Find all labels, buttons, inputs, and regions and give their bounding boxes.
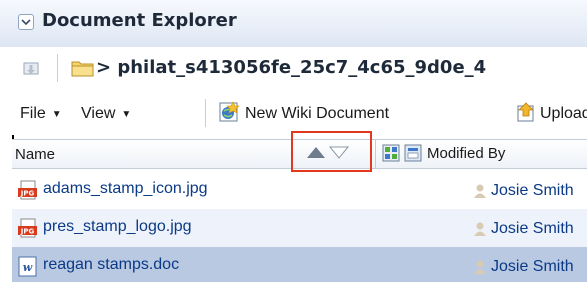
collapse-button[interactable] [18,14,34,30]
file-menu[interactable]: File ▼ [20,105,62,123]
user-icon [474,184,486,198]
document-type-icon[interactable] [382,144,400,162]
view-menu[interactable]: View ▼ [81,105,131,123]
chevron-down-icon [21,19,31,26]
column-header-modified-by[interactable]: Modified By [427,145,505,162]
file-name-link[interactable]: pres_stamp_logo.jpg [43,218,192,236]
properties-icon[interactable] [404,144,422,162]
user-icon [474,260,486,274]
modified-by-link[interactable]: Josie Smith [491,182,574,200]
view-menu-label: View [81,105,116,122]
file-name-link[interactable]: adams_stamp_icon.jpg [43,180,208,198]
navigate-up-icon[interactable] [20,57,42,79]
file-menu-label: File [20,105,46,122]
upload-button[interactable]: Upload [540,105,587,123]
svg-text:w: w [23,261,33,274]
breadcrumb-separator [57,54,58,82]
user-icon [474,222,486,236]
sort-descending-icon[interactable] [329,146,349,159]
panel-header: Document Explorer [0,0,587,47]
breadcrumb: > philat_s413056fe_25c7_4c65_9d0e_4 [0,47,587,89]
new-wiki-document-button[interactable]: New Wiki Document [245,105,389,123]
file-name-link[interactable]: reagan stamps.doc [43,256,179,274]
jpg-file-icon: JPG [18,180,37,200]
modified-by-link[interactable]: Josie Smith [491,220,574,238]
column-separator [375,140,376,168]
table-row[interactable]: JPG adams_stamp_icon.jpg Josie Smith [12,171,587,209]
svg-text:JPG: JPG [20,190,35,198]
jpg-file-icon: JPG [18,218,37,238]
doc-file-icon: w [18,256,37,277]
svg-text:JPG: JPG [20,228,35,236]
table-row[interactable]: w reagan stamps.doc Josie Smith [12,247,587,282]
upload-icon[interactable] [515,101,537,123]
caret-down-icon: ▼ [121,109,132,120]
sort-ascending-icon[interactable] [306,146,326,159]
panel-title: Document Explorer [42,10,237,31]
toolbar-separator [205,99,206,127]
caret-down-icon: ▼ [51,109,62,120]
modified-by-link[interactable]: Josie Smith [491,258,574,276]
new-wiki-icon[interactable] [218,101,240,123]
folder-icon [71,61,94,77]
column-header-name[interactable]: Name [15,146,55,163]
table-row[interactable]: JPG pres_stamp_logo.jpg Josie Smith [12,209,587,247]
breadcrumb-path[interactable]: > philat_s413056fe_25c7_4c65_9d0e_4 [96,57,486,78]
